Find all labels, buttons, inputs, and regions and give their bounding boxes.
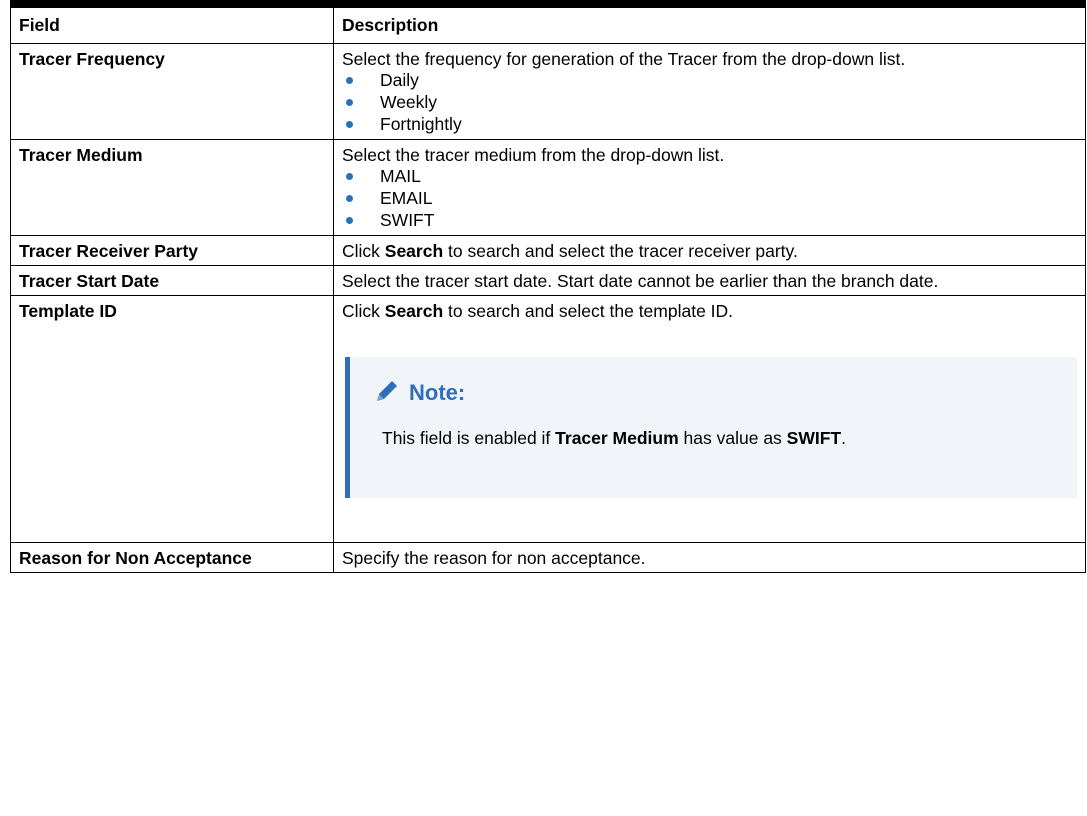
note-text-mid: has value as <box>678 428 787 448</box>
desc-text-pre: Click <box>342 241 385 261</box>
option-list: Daily Weekly Fortnightly <box>342 69 1077 135</box>
desc-text-post: to search and select the tracer receiver… <box>443 241 798 261</box>
pencil-icon <box>373 377 401 409</box>
note-title: Note: <box>409 380 466 405</box>
note-header: Note: <box>373 377 1057 409</box>
field-tracer-medium: Tracer Medium <box>10 139 334 236</box>
desc-text: Click Search to search and select the te… <box>342 301 1077 321</box>
table-row-tracer-start-date: Tracer Start Date Select the tracer star… <box>10 265 1086 296</box>
desc-text-bold: Search <box>384 301 444 321</box>
note-text-pre: This field is enabled if <box>382 428 556 448</box>
desc-text-bold: Search <box>384 241 444 261</box>
desc-reason-for-non-acceptance: Specify the reason for non acceptance. <box>333 542 1086 573</box>
desc-text: Select the tracer medium from the drop-d… <box>342 145 725 165</box>
option-list: MAIL EMAIL SWIFT <box>342 165 1077 231</box>
note-text-bold-2: SWIFT <box>786 428 842 448</box>
list-item: Daily <box>342 69 1077 91</box>
table-row-tracer-frequency: Tracer Frequency Select the frequency fo… <box>10 43 1086 140</box>
table-row-tracer-receiver-party: Tracer Receiver Party Click Search to se… <box>10 235 1086 266</box>
table-row-template-id: Template ID Click Search to search and s… <box>10 295 1086 543</box>
table-row-reason-for-non-acceptance: Reason for Non Acceptance Specify the re… <box>10 542 1086 573</box>
header-description: Description <box>333 0 1086 44</box>
field-tracer-start-date: Tracer Start Date <box>10 265 334 296</box>
field-description-table: Field Description Tracer Frequency Selec… <box>10 0 1086 573</box>
table-header-row: Field Description <box>10 0 1086 44</box>
list-item: SWIFT <box>342 209 1077 231</box>
table-row-tracer-medium: Tracer Medium Select the tracer medium f… <box>10 139 1086 236</box>
field-tracer-receiver-party: Tracer Receiver Party <box>10 235 334 266</box>
desc-template-id: Click Search to search and select the te… <box>333 295 1086 543</box>
note-text: This field is enabled if Tracer Medium h… <box>382 427 1057 449</box>
desc-tracer-medium: Select the tracer medium from the drop-d… <box>333 139 1086 236</box>
list-item: EMAIL <box>342 187 1077 209</box>
note-box: Note: This field is enabled if Tracer Me… <box>345 357 1077 498</box>
field-template-id: Template ID <box>10 295 334 543</box>
field-reason-for-non-acceptance: Reason for Non Acceptance <box>10 542 334 573</box>
list-item: Fortnightly <box>342 113 1077 135</box>
desc-tracer-frequency: Select the frequency for generation of t… <box>333 43 1086 140</box>
desc-tracer-start-date: Select the tracer start date. Start date… <box>333 265 1086 296</box>
note-text-bold-1: Tracer Medium <box>555 428 679 448</box>
desc-text: Select the frequency for generation of t… <box>342 49 906 69</box>
field-tracer-frequency: Tracer Frequency <box>10 43 334 140</box>
note-text-post: . <box>841 428 846 448</box>
desc-text-pre: Click <box>342 301 385 321</box>
list-item: MAIL <box>342 165 1077 187</box>
list-item: Weekly <box>342 91 1077 113</box>
header-field: Field <box>10 0 334 44</box>
desc-text-post: to search and select the template ID. <box>443 301 734 321</box>
desc-tracer-receiver-party: Click Search to search and select the tr… <box>333 235 1086 266</box>
